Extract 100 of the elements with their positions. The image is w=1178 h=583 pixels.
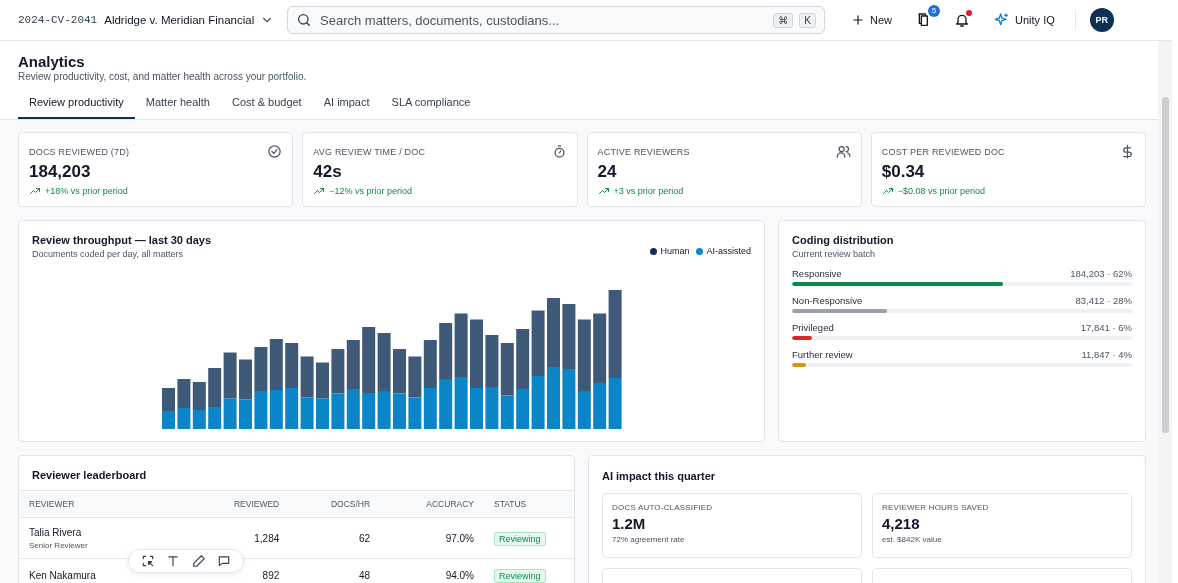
human-bar-segment — [500, 343, 514, 396]
column-header: REVIEWED — [189, 490, 290, 518]
trend-up-icon — [29, 185, 41, 197]
reviewer-name: Talia Rivera — [29, 527, 83, 538]
user-avatar[interactable]: PR — [1089, 8, 1114, 32]
search-field[interactable]: Search matters, documents, custodians... — [318, 11, 768, 29]
search-bar[interactable]: Search matters, documents, custodians... ⌘ K — [287, 6, 825, 34]
human-bar-segment — [531, 310, 545, 376]
human-bar-segment — [223, 352, 237, 399]
check-circle-icon — [267, 144, 283, 159]
ai-assisted-bar-segment — [377, 391, 391, 429]
stat-label: REVIEWER HOURS SAVED — [882, 503, 990, 512]
ai-assisted-bar-segment — [346, 389, 360, 429]
ai-assisted-bar-segment — [285, 388, 299, 429]
human-bar-segment — [562, 304, 576, 369]
card-title: Review throughput — last 30 days — [32, 234, 212, 246]
kpi-label: ACTIVE REVIEWERS — [597, 146, 690, 157]
stat-value: 1.2M — [612, 515, 647, 532]
tab[interactable]: Cost & budget — [220, 91, 313, 119]
tab[interactable]: AI impact — [312, 91, 381, 119]
human-bar-segment — [177, 379, 191, 408]
human-bar-segment — [254, 347, 268, 391]
table-cell: 62 — [289, 517, 381, 559]
kpi-delta: +18% vs prior period — [45, 186, 128, 196]
reviewer-role: Senior Reviewer — [29, 541, 89, 550]
column-header: REVIEWER — [19, 490, 189, 518]
sparkle-icon — [994, 12, 1010, 28]
category-label: Responsive — [792, 268, 842, 279]
ai-assisted-bar-segment — [531, 376, 545, 429]
human-bar-segment — [192, 382, 206, 410]
search-icon — [296, 12, 312, 28]
card-title: AI impact this quarter — [602, 470, 717, 482]
card-subtitle: Current review batch — [792, 249, 877, 259]
ai-assisted-bar-segment — [316, 398, 329, 429]
assistant-button[interactable]: Unity IQ — [988, 8, 1061, 32]
ai-assisted-bar-segment — [177, 408, 191, 429]
ai-assisted-bar-segment — [547, 367, 560, 429]
tab[interactable]: Matter health — [134, 91, 221, 119]
ai-assisted-bar-segment — [423, 388, 437, 429]
stat-value: 4,218 — [882, 515, 921, 532]
pen-icon — [191, 554, 206, 568]
human-bar-segment — [470, 319, 483, 388]
ai-assisted-bar-segment — [192, 410, 206, 429]
trend-up-icon — [881, 185, 894, 197]
category-label: Non-Responsive — [792, 295, 863, 306]
page-subtitle: Review productivity, cost, and matter health across your portfolio. — [18, 71, 308, 82]
table-cell: 48 — [289, 558, 381, 583]
human-bar-segment — [346, 340, 360, 389]
kpi-value: 42s — [313, 162, 343, 182]
human-bar-segment — [239, 359, 252, 400]
category-count: 184,203 · 62% — [1070, 268, 1132, 279]
column-header: DOCS/HR — [289, 490, 381, 518]
card-title: Coding distribution — [792, 234, 895, 246]
category-count: 17,841 · 6% — [1080, 322, 1132, 333]
comment-icon — [217, 554, 232, 568]
human-bar-segment — [285, 343, 299, 388]
ai-assisted-bar-segment — [362, 393, 376, 429]
ai-assisted-bar-segment — [608, 378, 622, 429]
kpi-value: 24 — [597, 162, 618, 182]
category-label: Further review — [792, 349, 853, 360]
kpi-delta: −$0.08 vs prior period — [897, 186, 986, 196]
human-bar-segment — [485, 335, 499, 387]
category-count: 11,847 · 4% — [1081, 349, 1132, 360]
ai-assisted-bar-segment — [331, 393, 345, 429]
selection-icon — [140, 554, 155, 568]
kpi-delta: −12% vs prior period — [329, 186, 413, 196]
trend-up-icon — [313, 185, 326, 197]
matter-id: 2024-CV-2041 — [18, 14, 98, 26]
bell-icon — [954, 12, 970, 28]
card-title: Reviewer leaderboard — [31, 468, 148, 483]
scrollbar[interactable] — [1158, 41, 1172, 583]
ai-assisted-bar-segment — [593, 383, 607, 429]
ai-assisted-bar-segment — [239, 399, 252, 429]
column-header: STATUS — [484, 490, 574, 518]
ai-assisted-bar-segment — [208, 407, 222, 429]
legend-label: AI-assisted — [706, 246, 751, 256]
human-bar-segment — [593, 313, 607, 383]
notification-badge: 5 — [928, 5, 940, 17]
status-badge: Reviewing — [494, 569, 546, 583]
human-bar-segment — [362, 327, 376, 393]
human-bar-segment — [408, 356, 422, 398]
page-title: Analytics — [18, 53, 86, 70]
ai-assisted-bar-segment — [454, 377, 468, 429]
human-bar-segment — [393, 349, 406, 394]
status-badge: Reviewing — [494, 532, 546, 546]
kpi-label: AVG REVIEW TIME / DOC — [313, 146, 426, 157]
human-bar-segment — [269, 339, 283, 390]
new-button[interactable]: New — [845, 9, 898, 31]
ai-assisted-bar-segment — [254, 391, 268, 429]
ai-assisted-bar-segment — [393, 393, 406, 429]
human-bar-segment — [377, 333, 391, 391]
tab[interactable]: SLA compliance — [380, 91, 482, 119]
ai-assisted-bar-segment — [269, 390, 283, 429]
human-bar-segment — [423, 340, 437, 388]
ai-assisted-bar-segment — [485, 387, 499, 429]
ai-assisted-bar-segment — [500, 395, 514, 429]
matter-selector[interactable]: Aldridge v. Meridian Financial — [104, 13, 275, 27]
text-icon — [166, 554, 181, 568]
human-bar-segment — [577, 319, 591, 391]
trend-up-icon — [597, 185, 610, 197]
